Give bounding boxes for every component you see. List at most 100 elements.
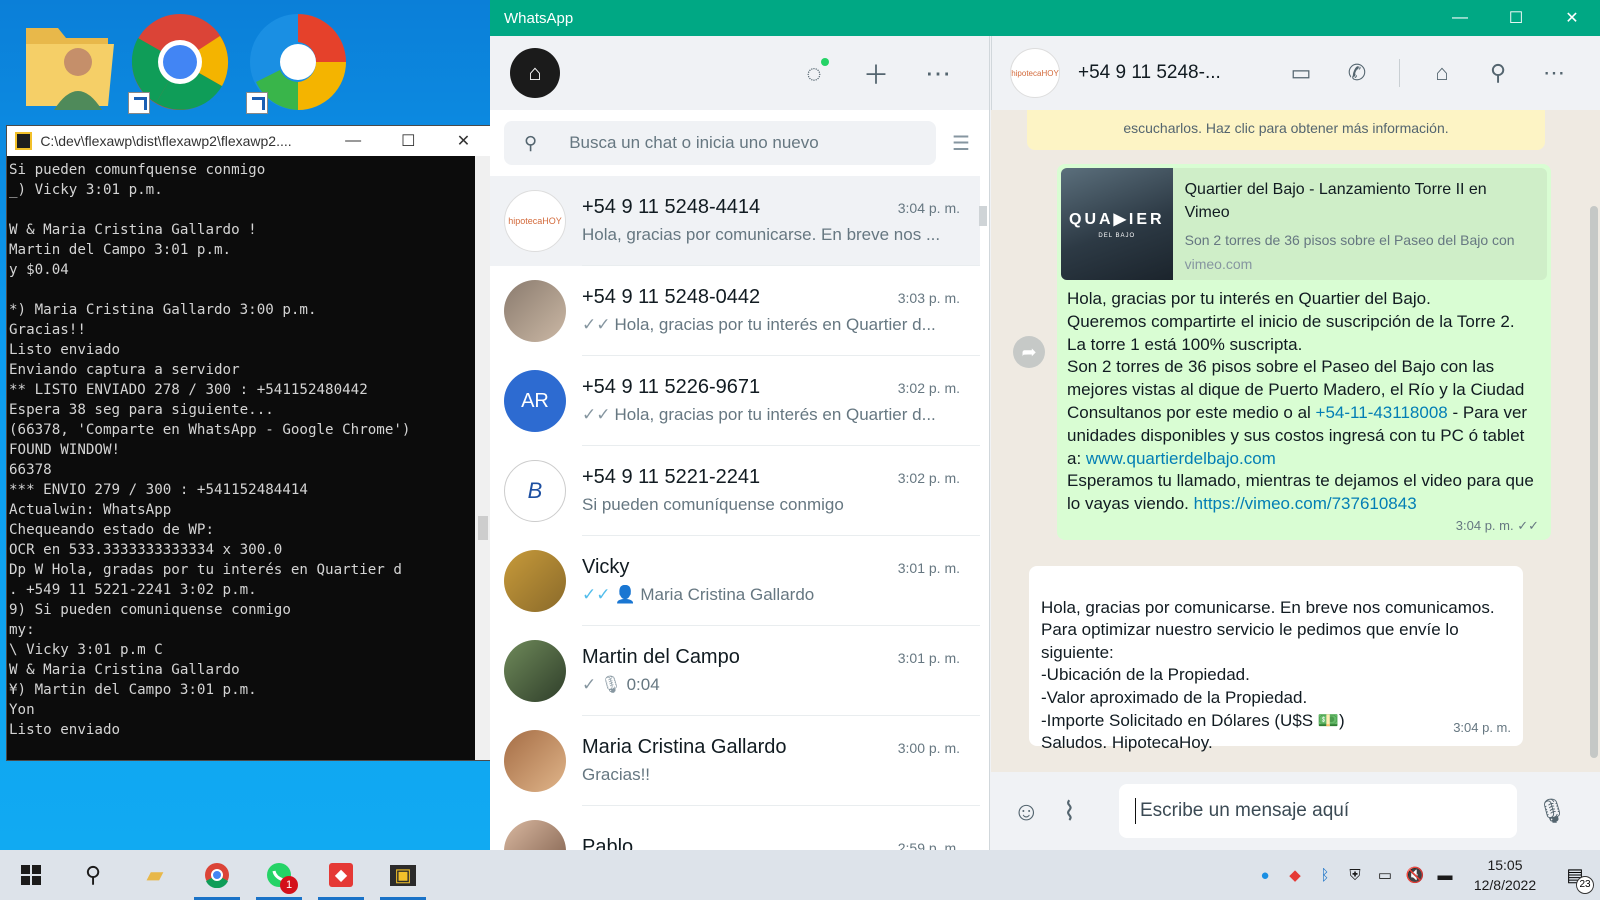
header-divider [1399,59,1400,87]
message-composer: ☺ ⌇ Escribe un mensaje aquí 🎙 [991,772,1600,850]
console-line: y $0.04 [9,262,69,278]
contact-avatar[interactable]: hipotecaHOY [1010,48,1060,98]
message-scrollbar[interactable] [1590,206,1598,758]
chat-time: 3:02 p. m. [897,380,960,396]
edge-icon[interactable] [246,10,350,114]
message-line: Esperamos tu llamado, mientras te dejamo… [1067,470,1541,516]
maximize-icon[interactable]: ☐ [381,131,436,151]
message-input[interactable]: Escribe un mensaje aquí [1119,784,1517,838]
chat-time: 3:02 p. m. [897,470,960,486]
console-line: W & Maria Cristina Gallardo ! [9,222,257,238]
search-input[interactable]: ⚲ Busca un chat o inicia uno nuevo [504,121,936,165]
console-window[interactable]: C:\dev\flexawp\dist\flexawp2\flexawp2...… [6,125,492,761]
chat-avatar [504,640,566,702]
chat-preview-text: Hola, gracias por tu interés en Quartier… [614,405,936,424]
chat-preview: Si pueden comuníquense conmigo [582,495,952,515]
console-line: Chequeando estado de WP: [9,522,214,538]
chrome-taskbar-icon[interactable] [186,850,248,900]
conversation-header: hipotecaHOY +54 9 11 5248-... ▭ ✆ ⌂ ⚲ ⋯ [991,36,1600,110]
outgoing-message[interactable]: QUA▶IER DEL BAJO Quartier del Bajo - Lan… [1057,164,1551,540]
bluetooth-icon[interactable]: ᛒ [1310,867,1340,884]
chat-item[interactable]: hipotecaHOY +54 9 11 5248-4414 3:04 p. m. H… [490,176,980,266]
volume-muted-icon[interactable]: 🔇 [1400,866,1430,884]
security-shield-icon[interactable]: ⛨ [1340,867,1370,884]
chrome-icon[interactable] [128,10,232,114]
filter-icon[interactable]: ☰ [952,131,970,156]
network-icon[interactable]: ▭ [1370,866,1400,884]
search-icon[interactable]: ⚲ [62,850,124,900]
microphone-icon[interactable]: 🎙 [1537,797,1567,826]
status-icon[interactable]: ◌ [783,57,845,89]
console-line: W & Maria Cristina Gallardo [9,662,240,678]
menu-icon[interactable]: ⋯ [1526,60,1582,86]
whatsapp-taskbar-icon[interactable]: 1 [248,850,310,900]
minimize-icon[interactable]: — [1432,9,1488,27]
chat-preview: ✓✓ Hola, gracias por tu interés en Quarti… [582,405,952,425]
file-explorer-icon[interactable]: ▰ [124,850,186,900]
read-receipt-icon: ✓ [582,675,597,694]
contact-name[interactable]: +54 9 11 5248-... [1078,62,1238,84]
chat-item[interactable]: Pablo 2:59 p. m. [490,806,980,850]
maximize-icon[interactable]: ☐ [1488,8,1544,28]
message-timestamp: 3:04 p. m. ✓✓ [1455,518,1539,533]
window-title: WhatsApp [504,9,574,27]
battery-icon[interactable]: ▬ [1430,867,1460,884]
forward-icon[interactable]: ➦ [1013,336,1045,368]
chat-avatar [504,280,566,342]
close-icon[interactable]: ✕ [436,131,491,151]
chat-name: +54 9 11 5226-9671 [582,376,761,398]
chat-item[interactable]: Maria Cristina Gallardo 3:00 p. m. Gracias… [490,716,980,806]
python-taskbar-icon[interactable]: ▣ [372,850,434,900]
message-line: Consultanos por este medio o al +54-11-4… [1067,402,1541,470]
chat-item[interactable]: Martin del Campo 3:01 p. m. ✓ 🎙 0:04 [490,626,980,716]
start-button[interactable] [0,850,62,900]
search-icon[interactable]: ⚲ [1470,60,1526,86]
chat-time: 2:59 p. m. [897,840,960,850]
profile-avatar[interactable]: ⌂ [510,48,560,98]
unread-badge: 1 [280,876,298,894]
console-line: Listo enviado [9,722,121,738]
chat-preview: Gracias!! [582,765,952,785]
incoming-message[interactable]: Hola, gracias por comunicarse. En breve … [1029,566,1523,752]
menu-icon[interactable]: ⋯ [907,58,969,89]
chat-item[interactable]: B +54 9 11 5221-2241 3:02 p. m. Si pueden c… [490,446,980,536]
video-link[interactable]: https://vimeo.com/737610843 [1194,494,1417,513]
notification-center-icon[interactable]: ▤ 23 [1550,865,1600,894]
catalog-store-icon[interactable]: ⌂ [1414,60,1470,86]
chat-list-scrollbar[interactable] [979,206,987,226]
conversation-pane: hipotecaHOY +54 9 11 5248-... ▭ ✆ ⌂ ⚲ ⋯ … [991,36,1600,850]
clock-date: 12/8/2022 [1473,877,1537,893]
whatsapp-titlebar[interactable]: WhatsApp — ☐ ✕ [490,0,1600,36]
console-line: Dp W Hola, gradas por tu interés en Quar… [9,562,402,578]
system-banner[interactable]: escucharlos. Haz clic para obtener más i… [1027,110,1545,150]
chat-preview-text: Si pueden comuníquense conmigo [582,495,844,514]
user-folder-icon[interactable] [18,10,122,114]
new-chat-icon[interactable]: ＋ [845,55,907,92]
message-line: La torre 1 está 100% suscripta. [1067,334,1303,354]
close-icon[interactable]: ✕ [1544,8,1600,28]
link-preview[interactable]: QUA▶IER DEL BAJO Quartier del Bajo - Lan… [1061,168,1547,280]
chat-item[interactable]: AR +54 9 11 5226-9671 3:02 p. m. ✓✓ Hola, gr… [490,356,980,446]
chat-preview: ✓ 🎙 0:04 [582,675,952,695]
anydesk-taskbar-icon[interactable]: ◆ [310,850,372,900]
attach-icon[interactable]: ⌇ [1063,796,1113,827]
chat-item[interactable]: Vicky 3:01 p. m. ✓✓ 👤 Maria Cristina Gallar… [490,536,980,626]
chat-name: Vicky [582,556,630,578]
console-titlebar[interactable]: C:\dev\flexawp\dist\flexawp2\flexawp2...… [7,126,491,156]
emoji-icon[interactable]: ☺ [1013,796,1063,827]
video-call-icon[interactable]: ▭ [1273,60,1329,86]
phone-link[interactable]: +54-11-43118008 [1316,403,1448,422]
console-line: (66378, 'Comparte en WhatsApp - Google C… [9,422,411,438]
minimize-icon[interactable]: — [326,132,381,150]
edge-tray-icon[interactable]: ● [1250,867,1280,884]
website-link[interactable]: www.quartierdelbajo.com [1086,449,1276,468]
chat-avatar: B [504,460,566,522]
read-receipt-icon: ✓✓ [582,585,611,604]
system-clock[interactable]: 15:05 12/8/2022 [1460,855,1550,895]
anydesk-tray-icon[interactable]: ◆ [1280,866,1310,884]
voice-call-icon[interactable]: ✆ [1329,60,1385,86]
chat-name: Martin del Campo [582,646,740,668]
chat-preview: ✓✓ Hola, gracias por tu interés en Quarti… [582,315,952,335]
console-scrollbar[interactable] [475,156,491,760]
chat-item[interactable]: +54 9 11 5248-0442 3:03 p. m. ✓✓ Hola, grac… [490,266,980,356]
